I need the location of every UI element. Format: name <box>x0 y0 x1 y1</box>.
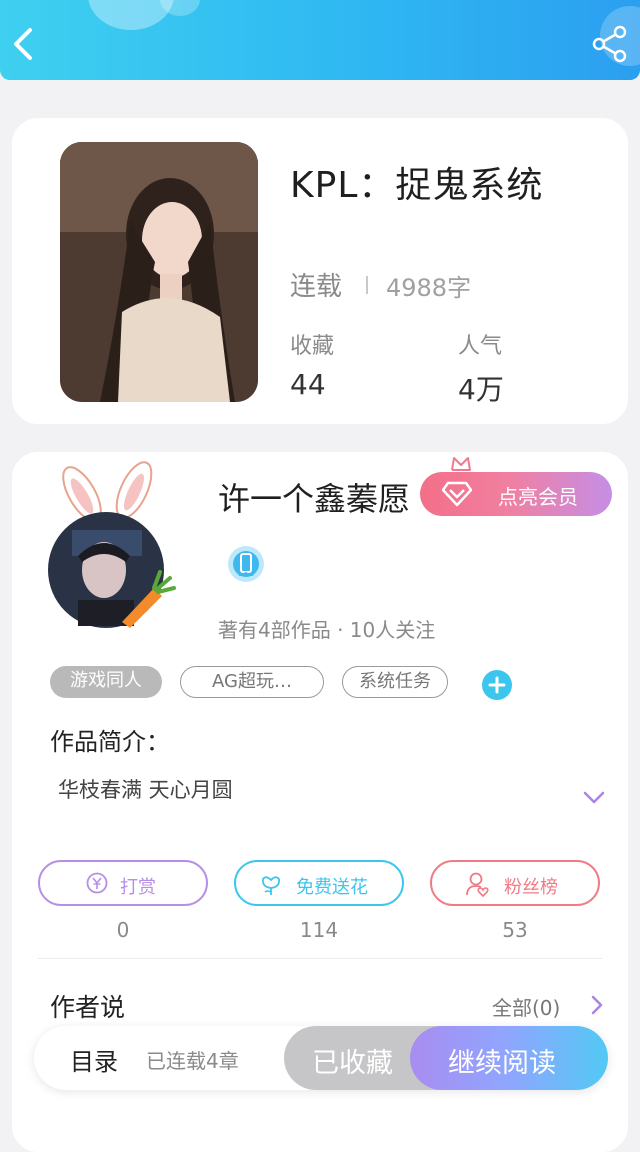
chevron-right-icon <box>591 995 603 1015</box>
divider <box>366 276 368 294</box>
continue-reading-button[interactable]: 继续阅读 <box>410 1026 608 1090</box>
light-up-vip-button[interactable]: 点亮会员 <box>420 472 612 516</box>
free-flower-label: 免费送花 <box>296 877 368 898</box>
book-cover[interactable] <box>60 142 258 402</box>
all-count-label: 全部(0) <box>492 996 561 1020</box>
vip-button-label: 点亮会员 <box>498 485 578 509</box>
tag-ag[interactable]: AG超玩… <box>180 666 324 698</box>
fan-ranking-button[interactable]: 粉丝榜 <box>430 860 600 906</box>
chevron-down-icon[interactable] <box>582 790 606 806</box>
author-meta: 著有4部作品 · 10人关注 <box>218 618 436 642</box>
cover-illustration <box>60 142 258 402</box>
author-avatar[interactable] <box>42 460 192 632</box>
tip-label: 打赏 <box>120 877 156 898</box>
share-icon <box>592 25 627 63</box>
fan-count: 53 <box>502 918 528 942</box>
view-all-comments-link[interactable]: 全部(0) <box>492 992 603 1021</box>
fan-ranking-label: 粉丝榜 <box>504 877 558 898</box>
chapter-count: 已连载4章 <box>146 1049 239 1073</box>
author-level-badge-icon <box>228 546 264 582</box>
bottom-action-bar: 目录 已连载4章 已收藏 继续阅读 <box>34 1026 608 1090</box>
author-name[interactable]: 许一个鑫蓁愿 <box>218 474 410 520</box>
author-says-title: 作者说 <box>50 993 126 1022</box>
book-title: KPL：捉鬼系统 <box>290 165 544 206</box>
divider <box>38 958 602 959</box>
tip-count: 0 <box>116 918 130 942</box>
tip-button[interactable]: 打赏 <box>38 860 208 906</box>
user-heart-icon <box>466 872 489 898</box>
table-of-contents-button[interactable]: 目录 <box>70 1042 118 1077</box>
diamond-icon <box>442 481 472 507</box>
word-count: 4988字 <box>386 274 472 302</box>
top-bar <box>0 0 640 80</box>
flower-icon <box>262 876 280 895</box>
collect-count: 44 <box>290 368 326 401</box>
add-tag-button[interactable] <box>482 670 512 700</box>
chevron-left-icon <box>14 28 32 60</box>
intro-label: 作品简介： <box>50 728 170 756</box>
crown-icon <box>451 457 471 471</box>
share-button[interactable] <box>590 24 630 64</box>
serial-status: 连载 <box>290 272 343 302</box>
tag-game-fanfic[interactable]: 游戏同人 <box>50 666 162 698</box>
intro-text: 华枝春满 天心月圆 <box>58 778 233 802</box>
popularity-label: 人气 <box>458 334 503 359</box>
flower-count: 114 <box>299 918 339 942</box>
yuan-coin-icon <box>86 872 108 894</box>
tag-system-task[interactable]: 系统任务 <box>342 666 448 698</box>
collect-label: 收藏 <box>290 334 335 359</box>
collected-label: 已收藏 <box>312 1048 393 1079</box>
continue-reading-label: 继续阅读 <box>448 1048 556 1079</box>
free-flower-button[interactable]: 免费送花 <box>234 860 404 906</box>
plus-icon <box>488 676 506 694</box>
popularity-count: 4万 <box>458 373 504 406</box>
back-button[interactable] <box>6 24 42 64</box>
book-info-card: KPL：捉鬼系统 连载 4988字 收藏 44 人气 4万 <box>12 118 628 424</box>
